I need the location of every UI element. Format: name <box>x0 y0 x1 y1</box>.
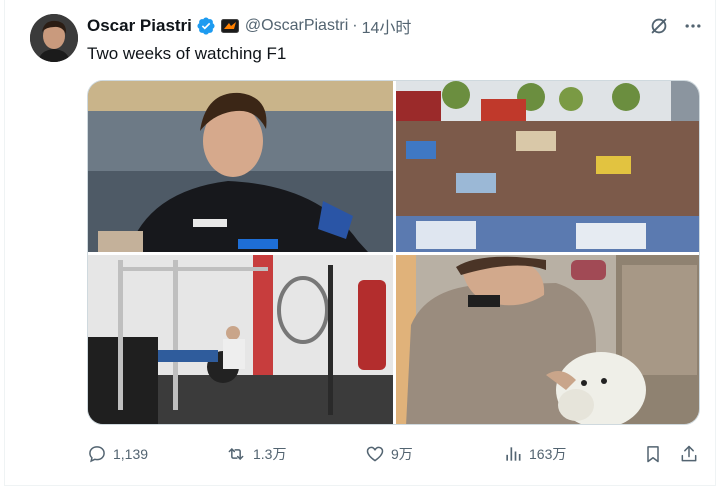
media-grid <box>87 80 700 425</box>
grok-icon[interactable] <box>646 13 672 39</box>
photo-dog-petting[interactable] <box>396 255 699 424</box>
tweet-header: Oscar Piastri @OscarPiastri · 14小时 <box>87 14 411 38</box>
reply-button[interactable]: 1,139 <box>87 440 148 468</box>
views-chart-icon <box>503 444 523 464</box>
more-options-icon[interactable] <box>680 13 706 39</box>
team-affiliation-icon[interactable] <box>220 19 239 33</box>
photo-driver-portrait[interactable] <box>88 81 393 252</box>
repost-count: 1.3万 <box>253 446 287 462</box>
views-count: 163万 <box>529 446 567 462</box>
reply-count: 1,139 <box>113 446 149 462</box>
photo-fan-crowd[interactable] <box>396 81 699 252</box>
tweet-actions: 1,139 1.3万 9万 163万 <box>87 440 707 468</box>
avatar[interactable] <box>30 14 78 62</box>
share-button[interactable] <box>679 440 699 468</box>
author-name[interactable]: Oscar Piastri <box>87 16 192 36</box>
bookmark-button[interactable] <box>643 440 663 468</box>
bookmark-icon <box>643 444 663 464</box>
photo-gym[interactable] <box>88 255 393 424</box>
heart-icon <box>365 444 385 464</box>
reply-icon <box>87 444 107 464</box>
tweet-card: Oscar Piastri @OscarPiastri · 14小时 Two w… <box>4 0 716 486</box>
views-button[interactable]: 163万 <box>503 440 566 468</box>
separator-dot: · <box>352 17 358 34</box>
author-handle[interactable]: @OscarPiastri <box>245 17 348 35</box>
like-count: 9万 <box>391 446 413 462</box>
verified-badge-icon <box>196 16 216 36</box>
share-icon <box>679 444 699 464</box>
tweet-text: Two weeks of watching F1 <box>87 44 287 63</box>
tweet-timestamp[interactable]: 14小时 <box>362 14 412 38</box>
like-button[interactable]: 9万 <box>365 440 413 468</box>
repost-icon <box>225 444 247 464</box>
repost-button[interactable]: 1.3万 <box>225 440 286 468</box>
